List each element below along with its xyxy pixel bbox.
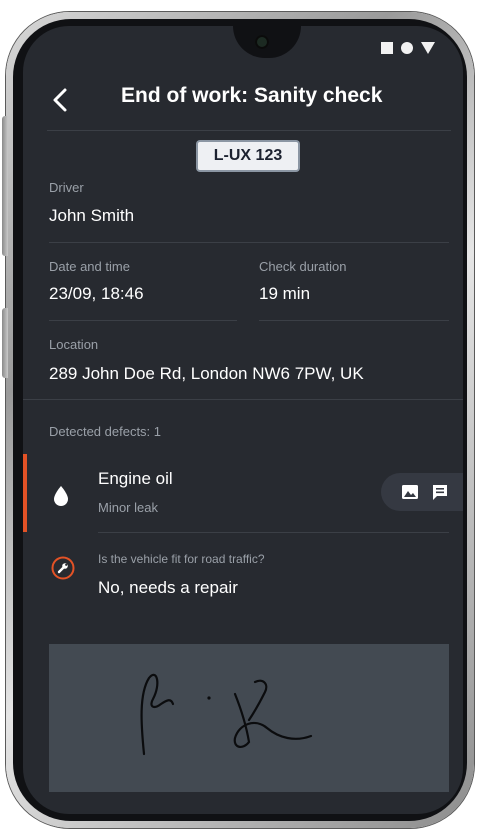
photo-icon[interactable] bbox=[401, 483, 419, 501]
home-circle-icon bbox=[401, 42, 413, 54]
back-chevron-icon[interactable] bbox=[45, 82, 75, 118]
defect-title[interactable]: Engine oil bbox=[98, 469, 173, 489]
signature-stroke bbox=[140, 673, 313, 756]
driver-label: Driver bbox=[49, 180, 84, 195]
signature-pad[interactable] bbox=[49, 644, 449, 792]
front-camera bbox=[255, 35, 269, 49]
driver-value: John Smith bbox=[49, 206, 135, 225]
duration-label: Check duration bbox=[259, 259, 347, 274]
defect-subtitle: Minor leak bbox=[98, 500, 158, 515]
row-divider bbox=[98, 532, 449, 533]
location-value: 289 John Doe Rd, London NW6 7PW, UK bbox=[49, 364, 364, 383]
status-bar bbox=[381, 42, 435, 54]
defect-actions bbox=[381, 473, 463, 511]
recents-square-icon bbox=[381, 42, 393, 54]
duration-value: 19 min bbox=[259, 284, 311, 303]
road-fitness-question: Is the vehicle fit for road traffic? bbox=[98, 552, 265, 566]
phone-side-button bbox=[2, 116, 8, 256]
defect-severity-bar bbox=[23, 454, 27, 532]
defects-summary: Detected defects: 1 bbox=[49, 424, 162, 439]
wrench-icon bbox=[51, 556, 75, 580]
road-fitness-answer: No, needs a repair bbox=[98, 578, 238, 597]
header-divider bbox=[47, 130, 451, 131]
back-triangle-icon bbox=[421, 42, 435, 54]
location-label: Location bbox=[49, 337, 99, 352]
row-divider bbox=[49, 242, 449, 243]
row-divider bbox=[49, 320, 237, 321]
comment-icon[interactable] bbox=[431, 483, 449, 501]
app-screen: End of work: Sanity check L-UX 123 Drive… bbox=[23, 26, 463, 814]
phone-side-button bbox=[2, 308, 8, 378]
oil-drop-icon bbox=[51, 484, 71, 508]
datetime-label: Date and time bbox=[49, 259, 130, 274]
section-divider bbox=[23, 399, 463, 400]
license-plate: L-UX 123 bbox=[198, 142, 298, 170]
page-title: End of work: Sanity check bbox=[121, 84, 383, 107]
app-header: End of work: Sanity check bbox=[23, 78, 463, 138]
row-divider bbox=[259, 320, 449, 321]
datetime-value: 23/09, 18:46 bbox=[49, 284, 144, 303]
